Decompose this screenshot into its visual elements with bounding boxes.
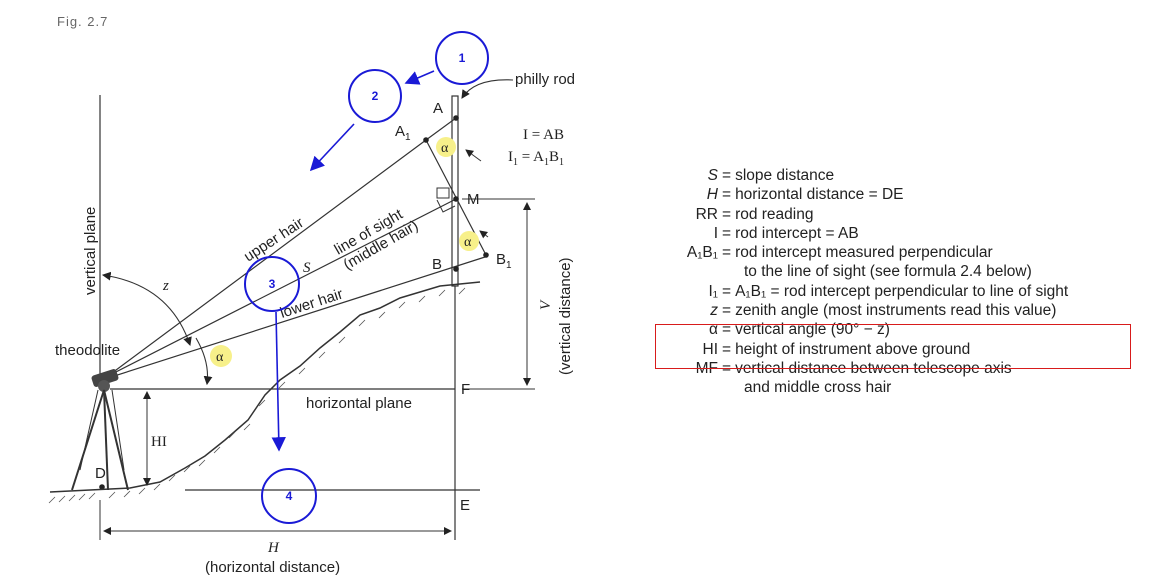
svg-text:4: 4 — [286, 489, 293, 503]
legend-term: A₁B₁ — [686, 244, 718, 262]
legend-row: RR = rod reading — [632, 205, 1152, 224]
lower-hair-label: lower hair — [278, 286, 345, 322]
zenith-vertical-highlight-box — [655, 324, 1131, 369]
marker-2[interactable]: 2 — [348, 69, 402, 123]
marker-1-arrow — [404, 70, 435, 85]
legend-row: z = zenith angle (most instruments read th… — [632, 301, 1152, 320]
alpha-label-bottom: α — [216, 350, 224, 365]
legend-continuation: to the line of sight (see formula 2.4 be… — [744, 263, 1032, 281]
label-M: M — [467, 191, 480, 208]
legend-definition: horizontal distance = DE — [735, 186, 904, 204]
label-D: D — [95, 465, 106, 482]
point-M — [453, 196, 459, 202]
point-B1 — [483, 252, 489, 258]
marker-1[interactable]: 1 — [435, 31, 489, 85]
label-B: B — [432, 256, 442, 273]
legend-definition: rod intercept = AB — [735, 224, 859, 242]
legend-definition: zenith angle (most instruments read this… — [735, 302, 1057, 320]
legend-definition: A₁B₁ = rod intercept perpendicular to li… — [735, 282, 1069, 300]
label-E: E — [460, 497, 470, 514]
point-A — [453, 115, 459, 121]
intercept-eq-2: I1 = A1B1 — [508, 149, 564, 168]
zenith-label: z — [162, 278, 169, 294]
label-F: F — [461, 381, 470, 398]
horizontal-distance-label: (horizontal distance) — [205, 559, 340, 576]
zenith-arc — [101, 271, 192, 347]
legend-term: S — [707, 167, 718, 184]
vertical-distance-label: (vertical distance) — [557, 257, 574, 375]
hi-label: HI — [151, 434, 167, 450]
point-B — [453, 266, 459, 272]
alpha-label-top: α — [441, 141, 449, 156]
legend-term: I — [713, 224, 718, 242]
v-label: V — [538, 299, 554, 310]
svg-text:3: 3 — [269, 277, 276, 291]
right-angle-box — [436, 187, 450, 199]
legend-equals: = — [722, 302, 732, 320]
alpha-pointer-bottom — [479, 230, 489, 239]
legend-definition: slope distance — [735, 167, 835, 184]
label-A1: A1 — [395, 123, 411, 143]
h-label: H — [267, 540, 280, 556]
legend-definition: rod reading — [735, 205, 814, 223]
marker-3[interactable]: 3 — [244, 256, 300, 312]
legend-row: A₁B₁ = rod intercept measured perpendicula… — [632, 243, 1152, 262]
legend-term: H — [706, 186, 718, 204]
theodolite-label: theodolite — [55, 342, 120, 359]
terrain-profile — [49, 281, 481, 493]
svg-text:1: 1 — [459, 51, 466, 65]
legend-equals: = — [722, 186, 732, 204]
legend-equals: = — [722, 167, 732, 184]
legend-equals: = — [722, 224, 732, 242]
intercept-eq-1: I = AB — [523, 127, 564, 143]
svg-text:2: 2 — [372, 89, 379, 103]
legend-equals: = — [722, 282, 732, 300]
vertical-angle-arc — [195, 337, 213, 386]
label-B1: B1 — [496, 251, 512, 271]
legend-row: H = horizontal distance = DE — [632, 185, 1152, 204]
legend-term: z — [710, 302, 718, 320]
vertical-plane-label: vertical plane — [82, 207, 99, 295]
legend-row: S = slope distance — [632, 166, 1152, 185]
philly-rod-label: philly rod — [515, 71, 575, 88]
point-A1 — [423, 137, 429, 143]
slope-S-label: S — [303, 260, 311, 276]
legend-definition: rod intercept measured perpendicular — [735, 244, 993, 262]
legend-equals: = — [722, 205, 732, 223]
legend-equals: = — [722, 244, 732, 262]
alpha-pointer-top — [465, 149, 482, 162]
legend-row: I₁ = A₁B₁ = rod intercept perpendicular to… — [632, 282, 1152, 301]
alpha-label-mid: α — [464, 235, 472, 250]
horizontal-plane-label: horizontal plane — [306, 395, 412, 412]
legend-continuation: and middle cross hair — [744, 379, 892, 397]
marker-2-arrow — [309, 123, 355, 172]
label-A: A — [433, 100, 443, 117]
marker-4[interactable]: 4 — [261, 468, 317, 524]
legend-term: RR — [695, 205, 718, 223]
legend-row: I = rod intercept = AB — [632, 224, 1152, 243]
legend-term: I₁ — [708, 282, 718, 300]
